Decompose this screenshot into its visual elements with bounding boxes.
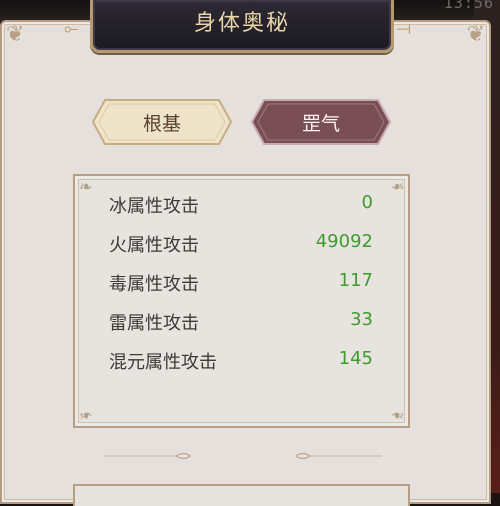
page-title: 身体奥秘: [193, 11, 290, 36]
corner-ornament-icon: ❦: [6, 22, 25, 47]
stat-label: 冰属性攻击: [109, 196, 199, 217]
next-section-box: [73, 484, 410, 506]
status-clock: 13:56: [443, 0, 494, 12]
tab-gangqi[interactable]: 罡气: [250, 98, 392, 146]
title-wing-left-icon: ⟜: [64, 18, 79, 39]
title-plate: 身体奥秘: [90, 0, 394, 53]
corner-ornament-icon: ❧: [79, 406, 93, 425]
tab-genji-label: 根基: [142, 112, 181, 135]
tab-gangqi-label: 罡气: [301, 112, 340, 135]
tab-genji[interactable]: 根基: [91, 98, 233, 146]
corner-ornament-icon: ❧: [390, 406, 404, 425]
stat-value: 145: [338, 348, 373, 369]
corner-ornament-icon: ❦: [466, 22, 485, 47]
corner-ornament-icon: ❧: [390, 177, 404, 196]
corner-ornament-icon: ❧: [79, 177, 93, 196]
divider-ornament-right: [295, 452, 382, 460]
stat-value: 49092: [315, 231, 373, 252]
stat-value: 33: [350, 309, 373, 330]
stat-label: 火属性攻击: [109, 235, 199, 256]
list-item: 混元属性攻击 145: [109, 348, 373, 373]
list-item: 冰属性攻击 0: [109, 192, 373, 217]
title-wing-right-icon: ⟞: [396, 18, 411, 39]
stat-value: 0: [361, 192, 373, 213]
stat-label: 毒属性攻击: [109, 274, 199, 295]
stat-label: 雷属性攻击: [109, 313, 199, 334]
stat-value: 117: [338, 270, 373, 291]
stat-label: 混元属性攻击: [109, 352, 217, 373]
list-item: 火属性攻击 49092: [109, 231, 373, 256]
divider-ornament-left: [104, 452, 191, 460]
list-item: 毒属性攻击 117: [109, 270, 373, 295]
attribute-attack-list: ❧ ❧ ❧ ❧ 冰属性攻击 0 火属性攻击 49092 毒属性攻击 117 雷属…: [73, 174, 410, 428]
list-item: 雷属性攻击 33: [109, 309, 373, 334]
